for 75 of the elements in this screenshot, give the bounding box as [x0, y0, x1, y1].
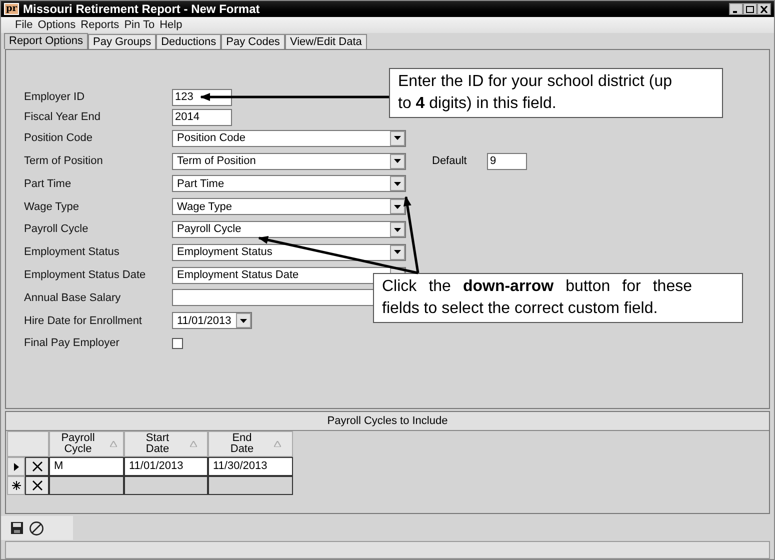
- close-icon: [760, 6, 768, 12]
- field-label: Position Code: [24, 131, 94, 146]
- maximize-icon: [746, 6, 754, 12]
- field-label: Employment Status Date: [24, 268, 147, 283]
- dropdown-button[interactable]: [390, 130, 405, 146]
- menu-item[interactable]: Help: [160, 16, 182, 34]
- field-label: Fiscal Year End: [24, 110, 102, 125]
- dropdown-button[interactable]: [390, 222, 405, 238]
- menu-item[interactable]: Pin To: [124, 16, 155, 34]
- column-header[interactable]: End Date: [208, 431, 293, 457]
- sort-icon: [190, 441, 196, 447]
- caret-icon: [394, 182, 401, 186]
- tab[interactable]: Report Options: [4, 33, 88, 49]
- close-button[interactable]: [757, 3, 771, 15]
- caret-icon: [394, 136, 401, 140]
- table-cell: 11/30/2013: [208, 457, 293, 476]
- app-logo: pr: [4, 3, 20, 15]
- close-icon: [32, 480, 42, 491]
- tab[interactable]: Deductions: [156, 34, 222, 49]
- caret-icon: [394, 159, 401, 164]
- tab[interactable]: Pay Codes: [221, 34, 285, 49]
- field-label: Wage Type: [24, 200, 80, 215]
- sort-icon: [110, 441, 117, 447]
- dropdown-button[interactable]: [390, 244, 405, 260]
- column-header[interactable]: Start Date: [124, 431, 208, 457]
- field-label: Payroll Cycle: [24, 222, 90, 238]
- table-cell: 11/01/2013: [124, 457, 208, 476]
- tab[interactable]: Pay Groups: [88, 34, 156, 49]
- menu-item[interactable]: Reports: [80, 16, 120, 34]
- new-row-icon: [12, 481, 20, 490]
- close-icon: [32, 461, 42, 472]
- callout-tooltip: Enter the ID for your school district (up to 4 digits) in this field.: [389, 68, 723, 118]
- field-label: Hire Date for Enrollment: [24, 314, 143, 329]
- caret-icon: [394, 204, 401, 209]
- dropdown-field[interactable]: Wage Type: [172, 198, 406, 216]
- field-label: Final Pay Employer: [24, 336, 120, 352]
- field-label: Employment Status: [24, 245, 120, 260]
- dropdown-button[interactable]: [390, 199, 405, 214]
- field-label: Default: [432, 154, 468, 169]
- row-pointer-icon: [14, 462, 18, 470]
- caret-icon: [394, 228, 401, 232]
- dropdown-field[interactable]: Part Time: [172, 175, 406, 192]
- tab[interactable]: View/Edit Data: [284, 34, 367, 49]
- dropdown-field[interactable]: Employment Status: [172, 244, 406, 261]
- column-header[interactable]: Payroll Cycle: [49, 431, 124, 457]
- checkbox[interactable]: [172, 338, 183, 350]
- dropdown-field[interactable]: Position Code: [172, 130, 406, 147]
- window-title: Missouri Retirement Report - New Format: [23, 1, 260, 18]
- sort-icon: [274, 441, 281, 447]
- cancel-icon[interactable]: [29, 520, 44, 536]
- dropdown-button[interactable]: [390, 176, 405, 192]
- field-label: Annual Base Salary: [24, 290, 122, 306]
- dropdown-button[interactable]: [236, 313, 251, 328]
- field-label: Employer ID: [24, 90, 86, 105]
- field-label: Part Time: [24, 176, 72, 192]
- menu-item[interactable]: Options: [38, 16, 76, 34]
- text-field[interactable]: 9: [487, 152, 527, 170]
- menu-item[interactable]: File: [15, 16, 33, 34]
- text-field[interactable]: 2014: [172, 108, 232, 126]
- caret-icon: [240, 318, 247, 323]
- grid-title: Payroll Cycles to Include: [6, 412, 769, 431]
- dropdown-field[interactable]: Payroll Cycle: [172, 221, 406, 238]
- delete-row-button[interactable]: [25, 476, 49, 495]
- dropdown-field[interactable]: Term of Position: [172, 152, 406, 170]
- dropdown-button[interactable]: [390, 154, 405, 169]
- field-label: Term of Position: [24, 154, 104, 169]
- caret-icon: [394, 250, 401, 254]
- text-field[interactable]: 123: [172, 88, 232, 106]
- table-cell: M: [49, 457, 124, 476]
- maximize-button[interactable]: [743, 3, 757, 15]
- date-field[interactable]: 11/01/2013: [172, 312, 252, 330]
- minimize-button[interactable]: [729, 3, 743, 15]
- save-icon[interactable]: [11, 522, 23, 534]
- delete-row-button[interactable]: [25, 457, 49, 476]
- callout-tooltip: Click the down-arrow button for these fields to select the correct custom field.: [373, 273, 743, 323]
